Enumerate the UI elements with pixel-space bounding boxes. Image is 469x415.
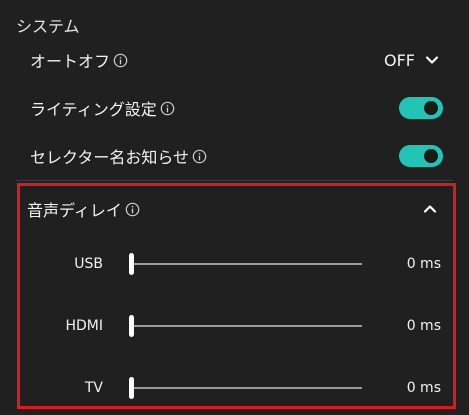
audio-delay-label-group: 音声ディレイ bbox=[27, 197, 140, 221]
slider-value: 0 ms bbox=[406, 380, 441, 396]
tv-slider-track[interactable] bbox=[131, 387, 362, 389]
auto-off-label-group: オートオフ bbox=[30, 48, 128, 72]
hdmi-slider-track[interactable] bbox=[131, 325, 362, 327]
lighting-row: ライティング設定 bbox=[30, 92, 443, 124]
slider-label: HDMI bbox=[65, 318, 103, 334]
info-icon[interactable] bbox=[125, 202, 140, 217]
chevron-down-icon bbox=[425, 53, 439, 67]
chevron-up-icon[interactable] bbox=[423, 202, 437, 216]
section-title: システム bbox=[16, 17, 80, 36]
selector-notice-toggle[interactable] bbox=[399, 145, 443, 167]
info-icon[interactable] bbox=[192, 149, 207, 164]
selector-notice-row: セレクター名お知らせ bbox=[30, 140, 443, 172]
hdmi-slider-thumb[interactable] bbox=[129, 315, 134, 337]
audio-delay-panel: 音声ディレイ USB 0 ms HDMI 0 ms TV 0 ms bbox=[17, 183, 456, 409]
info-icon[interactable] bbox=[113, 53, 128, 68]
auto-off-label: オートオフ bbox=[30, 52, 111, 71]
usb-slider-thumb[interactable] bbox=[129, 253, 134, 275]
tv-slider-row: TV 0 ms bbox=[20, 374, 453, 402]
selector-notice-label: セレクター名お知らせ bbox=[30, 148, 190, 167]
audio-delay-label: 音声ディレイ bbox=[27, 201, 122, 220]
lighting-toggle[interactable] bbox=[399, 97, 443, 119]
auto-off-value: OFF bbox=[384, 50, 415, 70]
selector-notice-label-group: セレクター名お知らせ bbox=[30, 144, 207, 168]
slider-value: 0 ms bbox=[406, 318, 441, 334]
auto-off-dropdown[interactable]: OFF bbox=[384, 51, 439, 70]
slider-label: USB bbox=[74, 256, 103, 272]
settings-page: システム オートオフ OFF ライティング設定 セレクター名お知らせ 音声ディレ… bbox=[0, 0, 469, 415]
lighting-label: ライティング設定 bbox=[30, 100, 157, 119]
toggle-knob bbox=[424, 149, 438, 163]
usb-slider-row: USB 0 ms bbox=[20, 250, 453, 278]
lighting-label-group: ライティング設定 bbox=[30, 96, 175, 120]
usb-slider-track[interactable] bbox=[131, 263, 362, 265]
tv-slider-thumb[interactable] bbox=[129, 377, 134, 399]
slider-label: TV bbox=[84, 380, 103, 396]
hdmi-slider-row: HDMI 0 ms bbox=[20, 312, 453, 340]
slider-value: 0 ms bbox=[406, 256, 441, 272]
auto-off-row: オートオフ OFF bbox=[30, 44, 443, 76]
audio-delay-header[interactable]: 音声ディレイ bbox=[27, 196, 437, 222]
toggle-knob bbox=[424, 101, 438, 115]
divider bbox=[16, 180, 453, 181]
info-icon[interactable] bbox=[160, 101, 175, 116]
